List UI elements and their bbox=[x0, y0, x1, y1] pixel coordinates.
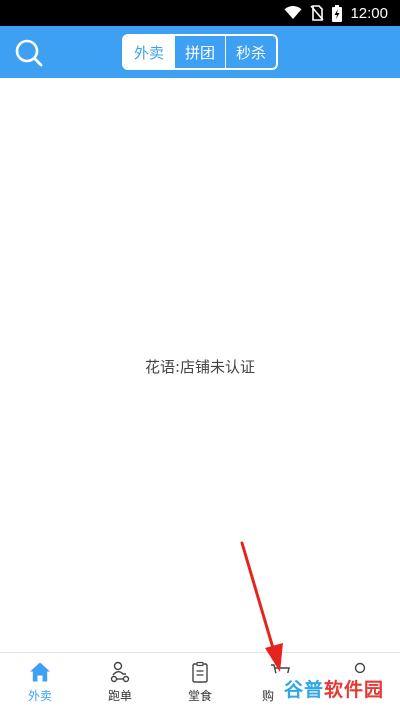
nav-item-delivery[interactable]: 跑单 bbox=[80, 653, 160, 712]
search-button[interactable] bbox=[14, 38, 44, 68]
wifi-icon bbox=[284, 6, 302, 19]
nav-label-takeout: 外卖 bbox=[27, 689, 52, 703]
no-sim-icon bbox=[310, 5, 325, 21]
tab-group-buy[interactable]: 拼团 bbox=[174, 36, 225, 68]
nav-item-takeout[interactable]: 外卖 bbox=[0, 653, 80, 712]
clipboard-icon bbox=[192, 661, 208, 683]
tab-takeout[interactable]: 外卖 bbox=[124, 36, 174, 68]
nav-label-dine-in: 堂食 bbox=[187, 689, 212, 703]
order-type-tabs: 外卖 拼团 秒杀 bbox=[122, 34, 278, 70]
watermark-text-part1: 谷普 bbox=[283, 678, 324, 701]
app-screen: 12:00 外卖 拼团 秒杀 花语:店铺未认证 外卖 跑单 堂食 谷普 软件园 bbox=[0, 0, 400, 712]
watermark-text-part2: 软件园 bbox=[324, 678, 385, 701]
home-icon bbox=[30, 662, 50, 682]
app-header: 外卖 拼团 秒杀 bbox=[0, 26, 400, 78]
search-icon bbox=[15, 39, 43, 67]
watermark-logo: 谷普 软件园 bbox=[274, 673, 394, 703]
delivery-icon bbox=[110, 661, 130, 683]
status-bar: 12:00 bbox=[0, 0, 400, 26]
store-status-notice: 花语:店铺未认证 bbox=[144, 358, 256, 376]
nav-label-delivery: 跑单 bbox=[107, 689, 132, 703]
nav-item-dine-in[interactable]: 堂食 bbox=[160, 653, 240, 712]
status-time: 12:00 bbox=[350, 4, 388, 22]
main-content: 花语:店铺未认证 bbox=[0, 78, 400, 652]
battery-charging-icon bbox=[332, 4, 343, 22]
tab-flash-sale[interactable]: 秒杀 bbox=[225, 36, 276, 68]
